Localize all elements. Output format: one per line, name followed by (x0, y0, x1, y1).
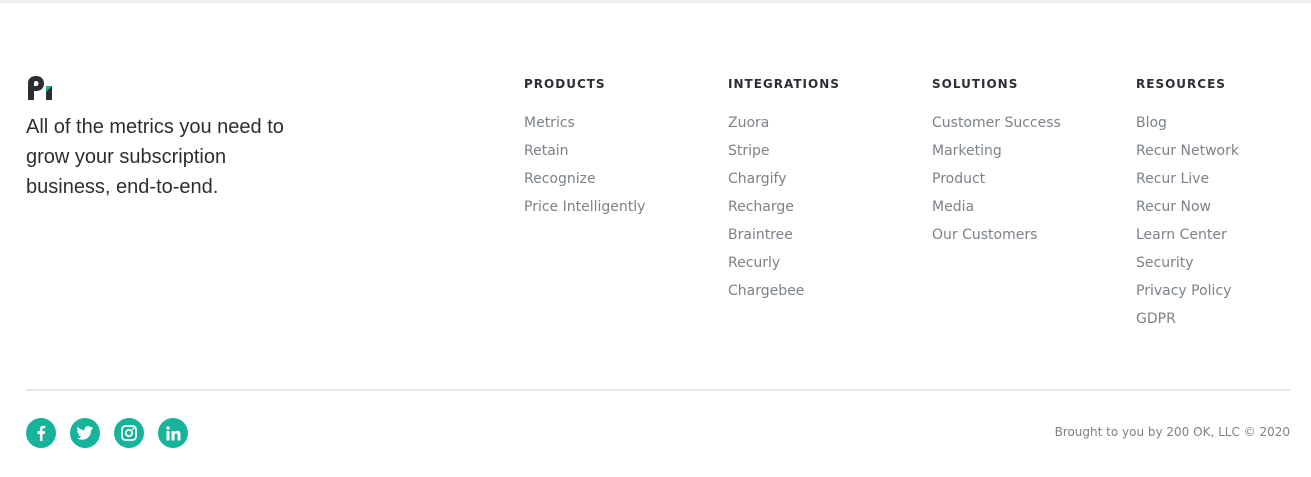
link-list: Customer Success Marketing Product Media… (932, 114, 1061, 254)
footer-link-recognize[interactable]: Recognize (524, 170, 596, 188)
footer-link-recur-now[interactable]: Recur Now (1136, 198, 1211, 216)
footer-link-recur-network[interactable]: Recur Network (1136, 142, 1239, 160)
footer-column-solutions: SOLUTIONS Customer Success Marketing Pro… (932, 76, 1061, 254)
footer-link-stripe[interactable]: Stripe (728, 142, 770, 160)
footer-link-customer-success[interactable]: Customer Success (932, 114, 1061, 132)
link-list: Blog Recur Network Recur Live Recur Now … (1136, 114, 1239, 338)
bottom-divider (26, 389, 1290, 391)
twitter-link[interactable] (70, 418, 100, 448)
twitter-icon (77, 426, 93, 440)
footer-link-media[interactable]: Media (932, 198, 974, 216)
footer-link-recharge[interactable]: Recharge (728, 198, 794, 216)
linkedin-link[interactable] (158, 418, 188, 448)
column-heading: PRODUCTS (524, 77, 606, 91)
link-list: Metrics Retain Recognize Price Intellige… (524, 114, 645, 226)
footer-column-integrations: INTEGRATIONS Zuora Stripe Chargify Recha… (728, 76, 840, 310)
link-list: Zuora Stripe Chargify Recharge Braintree… (728, 114, 840, 310)
footer-link-price-intelligently[interactable]: Price Intelligently (524, 198, 645, 216)
social-links (26, 418, 188, 448)
linkedin-icon (165, 425, 180, 440)
footer-link-our-customers[interactable]: Our Customers (932, 226, 1037, 244)
footer-link-recurly[interactable]: Recurly (728, 254, 780, 272)
profitwell-logo-icon[interactable] (26, 74, 56, 102)
column-heading: INTEGRATIONS (728, 77, 840, 91)
footer-link-product[interactable]: Product (932, 170, 985, 188)
footer-link-retain[interactable]: Retain (524, 142, 569, 160)
copyright-text: Brought to you by 200 OK, LLC © 2020 (1054, 425, 1290, 439)
footer-link-metrics[interactable]: Metrics (524, 114, 575, 132)
facebook-link[interactable] (26, 418, 56, 448)
footer-link-chargebee[interactable]: Chargebee (728, 282, 804, 300)
facebook-icon (37, 425, 46, 441)
brand-tagline: All of the metrics you need to grow your… (26, 116, 284, 198)
column-heading: SOLUTIONS (932, 77, 1019, 91)
footer-column-resources: RESOURCES Blog Recur Network Recur Live … (1136, 76, 1239, 338)
footer-link-learn-center[interactable]: Learn Center (1136, 226, 1227, 244)
footer-link-privacy-policy[interactable]: Privacy Policy (1136, 282, 1231, 300)
footer-link-recur-live[interactable]: Recur Live (1136, 170, 1209, 188)
footer-link-blog[interactable]: Blog (1136, 114, 1167, 132)
site-footer: All of the metrics you need to grow your… (0, 0, 1311, 477)
footer-link-marketing[interactable]: Marketing (932, 142, 1002, 160)
footer-column-products: PRODUCTS Metrics Retain Recognize Price … (524, 76, 645, 226)
column-heading: RESOURCES (1136, 77, 1226, 91)
brand-block: All of the metrics you need to grow your… (26, 74, 286, 202)
footer-link-chargify[interactable]: Chargify (728, 170, 786, 188)
instagram-icon (121, 425, 137, 441)
footer-link-zuora[interactable]: Zuora (728, 114, 769, 132)
top-divider (0, 0, 1311, 3)
footer-link-braintree[interactable]: Braintree (728, 226, 793, 244)
footer-link-security[interactable]: Security (1136, 254, 1194, 272)
instagram-link[interactable] (114, 418, 144, 448)
footer-link-gdpr[interactable]: GDPR (1136, 310, 1176, 328)
